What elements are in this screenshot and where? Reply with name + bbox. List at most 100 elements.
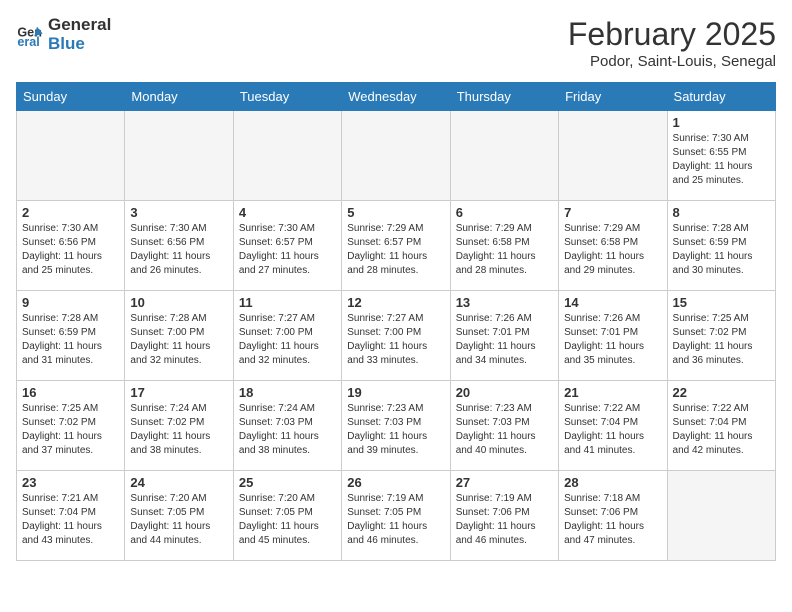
calendar-day-cell: 14 Sunrise: 7:26 AM Sunset: 7:01 PM Dayli… bbox=[559, 291, 667, 381]
svg-text:eral: eral bbox=[17, 35, 39, 49]
day-number: 23 bbox=[22, 475, 119, 490]
weekday-header-thursday: Thursday bbox=[450, 83, 558, 111]
calendar-week-row: 9 Sunrise: 7:28 AM Sunset: 6:59 PM Daylig… bbox=[17, 291, 776, 381]
calendar-day-cell: 2 Sunrise: 7:30 AM Sunset: 6:56 PM Daylig… bbox=[17, 201, 125, 291]
calendar-week-row: 16 Sunrise: 7:25 AM Sunset: 7:02 PM Dayli… bbox=[17, 381, 776, 471]
calendar-day-cell: 1 Sunrise: 7:30 AM Sunset: 6:55 PM Daylig… bbox=[667, 111, 775, 201]
calendar-day-cell: 16 Sunrise: 7:25 AM Sunset: 7:02 PM Dayli… bbox=[17, 381, 125, 471]
day-info: Sunrise: 7:29 AM Sunset: 6:58 PM Dayligh… bbox=[456, 222, 553, 278]
day-number: 13 bbox=[456, 295, 553, 310]
calendar-day-cell: 20 Sunrise: 7:23 AM Sunset: 7:03 PM Dayli… bbox=[450, 381, 558, 471]
month-title: February 2025 bbox=[568, 16, 776, 53]
day-info: Sunrise: 7:30 AM Sunset: 6:57 PM Dayligh… bbox=[239, 222, 336, 278]
calendar-day-cell: 23 Sunrise: 7:21 AM Sunset: 7:04 PM Dayli… bbox=[17, 471, 125, 561]
day-info: Sunrise: 7:30 AM Sunset: 6:56 PM Dayligh… bbox=[130, 222, 227, 278]
day-info: Sunrise: 7:21 AM Sunset: 7:04 PM Dayligh… bbox=[22, 492, 119, 548]
weekday-header-sunday: Sunday bbox=[17, 83, 125, 111]
weekday-header-saturday: Saturday bbox=[667, 83, 775, 111]
day-info: Sunrise: 7:19 AM Sunset: 7:05 PM Dayligh… bbox=[347, 492, 444, 548]
calendar-day-cell: 7 Sunrise: 7:29 AM Sunset: 6:58 PM Daylig… bbox=[559, 201, 667, 291]
calendar-day-cell: 25 Sunrise: 7:20 AM Sunset: 7:05 PM Dayli… bbox=[233, 471, 341, 561]
calendar-day-cell: 8 Sunrise: 7:28 AM Sunset: 6:59 PM Daylig… bbox=[667, 201, 775, 291]
day-number: 1 bbox=[673, 115, 770, 130]
weekday-header-tuesday: Tuesday bbox=[233, 83, 341, 111]
day-number: 4 bbox=[239, 205, 336, 220]
title-area: February 2025 Podor, Saint-Louis, Senega… bbox=[568, 16, 776, 70]
day-number: 11 bbox=[239, 295, 336, 310]
calendar-day-cell bbox=[342, 111, 450, 201]
calendar-day-cell: 26Sunrise: 7:19 AM Sunset: 7:05 PM Dayli… bbox=[342, 471, 450, 561]
day-number: 2 bbox=[22, 205, 119, 220]
day-info: Sunrise: 7:28 AM Sunset: 6:59 PM Dayligh… bbox=[22, 312, 119, 368]
day-info: Sunrise: 7:22 AM Sunset: 7:04 PM Dayligh… bbox=[564, 402, 661, 458]
page-header: Gen eral General Blue February 2025 Podo… bbox=[16, 16, 776, 70]
day-info: Sunrise: 7:29 AM Sunset: 6:58 PM Dayligh… bbox=[564, 222, 661, 278]
day-info: Sunrise: 7:24 AM Sunset: 7:03 PM Dayligh… bbox=[239, 402, 336, 458]
calendar-day-cell bbox=[233, 111, 341, 201]
day-info: Sunrise: 7:25 AM Sunset: 7:02 PM Dayligh… bbox=[22, 402, 119, 458]
logo-blue-text: Blue bbox=[48, 34, 85, 53]
day-number: 17 bbox=[130, 385, 227, 400]
logo: Gen eral General Blue bbox=[16, 16, 111, 53]
weekday-header-wednesday: Wednesday bbox=[342, 83, 450, 111]
day-info: Sunrise: 7:22 AM Sunset: 7:04 PM Dayligh… bbox=[673, 402, 770, 458]
day-number: 25 bbox=[239, 475, 336, 490]
day-info: Sunrise: 7:25 AM Sunset: 7:02 PM Dayligh… bbox=[673, 312, 770, 368]
calendar-day-cell: 4 Sunrise: 7:30 AM Sunset: 6:57 PM Daylig… bbox=[233, 201, 341, 291]
calendar-week-row: 23 Sunrise: 7:21 AM Sunset: 7:04 PM Dayli… bbox=[17, 471, 776, 561]
calendar-week-row: 1 Sunrise: 7:30 AM Sunset: 6:55 PM Daylig… bbox=[17, 111, 776, 201]
day-info: Sunrise: 7:20 AM Sunset: 7:05 PM Dayligh… bbox=[130, 492, 227, 548]
calendar-day-cell: 27 Sunrise: 7:19 AM Sunset: 7:06 PM Dayli… bbox=[450, 471, 558, 561]
day-number: 28 bbox=[564, 475, 661, 490]
calendar-day-cell: 15 Sunrise: 7:25 AM Sunset: 7:02 PM Dayli… bbox=[667, 291, 775, 381]
day-info: Sunrise: 7:29 AM Sunset: 6:57 PM Dayligh… bbox=[347, 222, 444, 278]
day-info: Sunrise: 7:26 AM Sunset: 7:01 PM Dayligh… bbox=[456, 312, 553, 368]
day-info: Sunrise: 7:18 AM Sunset: 7:06 PM Dayligh… bbox=[564, 492, 661, 548]
day-number: 12 bbox=[347, 295, 444, 310]
day-number: 8 bbox=[673, 205, 770, 220]
calendar-day-cell bbox=[17, 111, 125, 201]
day-info: Sunrise: 7:30 AM Sunset: 6:55 PM Dayligh… bbox=[673, 132, 770, 188]
calendar-day-cell: 12Sunrise: 7:27 AM Sunset: 7:00 PM Dayli… bbox=[342, 291, 450, 381]
calendar-day-cell: 19 Sunrise: 7:23 AM Sunset: 7:03 PM Dayli… bbox=[342, 381, 450, 471]
day-number: 5 bbox=[347, 205, 444, 220]
day-number: 7 bbox=[564, 205, 661, 220]
calendar-day-cell: 28 Sunrise: 7:18 AM Sunset: 7:06 PM Dayli… bbox=[559, 471, 667, 561]
calendar-week-row: 2 Sunrise: 7:30 AM Sunset: 6:56 PM Daylig… bbox=[17, 201, 776, 291]
calendar-day-cell: 13 Sunrise: 7:26 AM Sunset: 7:01 PM Dayli… bbox=[450, 291, 558, 381]
day-info: Sunrise: 7:20 AM Sunset: 7:05 PM Dayligh… bbox=[239, 492, 336, 548]
day-number: 15 bbox=[673, 295, 770, 310]
weekday-header-monday: Monday bbox=[125, 83, 233, 111]
day-number: 18 bbox=[239, 385, 336, 400]
calendar-day-cell: 18 Sunrise: 7:24 AM Sunset: 7:03 PM Dayli… bbox=[233, 381, 341, 471]
calendar-day-cell: 5 Sunrise: 7:29 AM Sunset: 6:57 PM Daylig… bbox=[342, 201, 450, 291]
calendar-day-cell bbox=[450, 111, 558, 201]
day-info: Sunrise: 7:30 AM Sunset: 6:56 PM Dayligh… bbox=[22, 222, 119, 278]
calendar-day-cell: 6 Sunrise: 7:29 AM Sunset: 6:58 PM Daylig… bbox=[450, 201, 558, 291]
day-info: Sunrise: 7:23 AM Sunset: 7:03 PM Dayligh… bbox=[456, 402, 553, 458]
day-number: 22 bbox=[673, 385, 770, 400]
day-number: 16 bbox=[22, 385, 119, 400]
calendar-day-cell: 3 Sunrise: 7:30 AM Sunset: 6:56 PM Daylig… bbox=[125, 201, 233, 291]
day-info: Sunrise: 7:19 AM Sunset: 7:06 PM Dayligh… bbox=[456, 492, 553, 548]
day-info: Sunrise: 7:27 AM Sunset: 7:00 PM Dayligh… bbox=[239, 312, 336, 368]
day-info: Sunrise: 7:28 AM Sunset: 6:59 PM Dayligh… bbox=[673, 222, 770, 278]
calendar-day-cell bbox=[125, 111, 233, 201]
calendar-day-cell bbox=[559, 111, 667, 201]
day-number: 3 bbox=[130, 205, 227, 220]
calendar-day-cell: 24 Sunrise: 7:20 AM Sunset: 7:05 PM Dayli… bbox=[125, 471, 233, 561]
day-number: 6 bbox=[456, 205, 553, 220]
day-number: 14 bbox=[564, 295, 661, 310]
day-info: Sunrise: 7:24 AM Sunset: 7:02 PM Dayligh… bbox=[130, 402, 227, 458]
calendar-day-cell: 21Sunrise: 7:22 AM Sunset: 7:04 PM Dayli… bbox=[559, 381, 667, 471]
day-info: Sunrise: 7:26 AM Sunset: 7:01 PM Dayligh… bbox=[564, 312, 661, 368]
day-number: 20 bbox=[456, 385, 553, 400]
logo-general-text: General bbox=[48, 15, 111, 34]
day-number: 9 bbox=[22, 295, 119, 310]
calendar-day-cell: 22 Sunrise: 7:22 AM Sunset: 7:04 PM Dayli… bbox=[667, 381, 775, 471]
calendar-day-cell: 11 Sunrise: 7:27 AM Sunset: 7:00 PM Dayli… bbox=[233, 291, 341, 381]
day-number: 24 bbox=[130, 475, 227, 490]
day-info: Sunrise: 7:23 AM Sunset: 7:03 PM Dayligh… bbox=[347, 402, 444, 458]
day-number: 27 bbox=[456, 475, 553, 490]
day-number: 19 bbox=[347, 385, 444, 400]
